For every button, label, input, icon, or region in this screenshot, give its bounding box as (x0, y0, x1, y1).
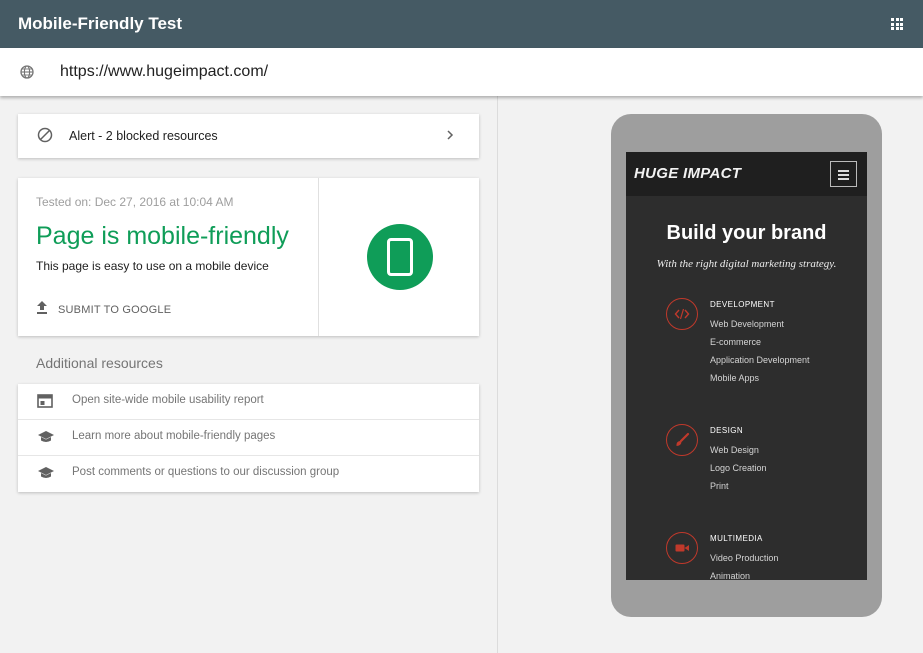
web-report-icon (37, 394, 53, 413)
resources-list: Open site-wide mobile usability report L… (18, 384, 479, 492)
chevron-right-icon (446, 128, 454, 147)
url-bar: https://www.hugeimpact.com/ (0, 48, 923, 96)
resource-label: Open site-wide mobile usability report (72, 394, 264, 406)
submit-to-google-button[interactable]: SUBMIT TO GOOGLE (36, 301, 172, 319)
service-item[interactable]: Video Production (710, 553, 778, 571)
hamburger-menu-icon[interactable] (830, 161, 857, 187)
brush-icon (666, 424, 698, 456)
result-summary: Tested on: Dec 27, 2016 at 10:04 AM Page… (18, 178, 319, 336)
additional-resources-heading: Additional resources (36, 355, 163, 371)
resource-usability-report[interactable]: Open site-wide mobile usability report (18, 384, 479, 420)
service-list: Web Design Logo Creation Print (710, 445, 767, 499)
phone-preview-screen[interactable]: HUGE IMPACT Build your brand With the ri… (626, 152, 867, 580)
smartphone-icon (387, 238, 413, 276)
globe-icon (20, 65, 34, 84)
service-item[interactable]: Animation (710, 571, 778, 580)
service-list: Web Development E-commerce Application D… (710, 319, 810, 391)
resource-discussion-group[interactable]: Post comments or questions to our discus… (18, 456, 479, 492)
resource-label: Post comments or questions to our discus… (72, 466, 340, 478)
school-icon (37, 430, 55, 449)
service-list: Video Production Animation (710, 553, 778, 580)
verdict-description: This page is easy to use on a mobile dev… (36, 259, 269, 273)
result-card: Tested on: Dec 27, 2016 at 10:04 AM Page… (18, 178, 479, 336)
service-title: DESIGN (710, 426, 744, 435)
service-item[interactable]: E-commerce (710, 337, 810, 355)
panel-divider (497, 96, 498, 653)
service-item[interactable]: Print (710, 481, 767, 499)
phone-preview-frame: HUGE IMPACT Build your brand With the ri… (611, 114, 882, 617)
blocked-resources-alert[interactable]: Alert - 2 blocked resources (18, 114, 479, 158)
code-icon (666, 298, 698, 330)
service-title: DEVELOPMENT (710, 300, 775, 309)
resource-label: Learn more about mobile-friendly pages (72, 430, 276, 442)
alert-label: Alert - 2 blocked resources (69, 129, 218, 143)
site-tagline: With the right digital marketing strateg… (656, 258, 837, 270)
app-bar: Mobile-Friendly Test (0, 0, 923, 48)
service-title: MULTIMEDIA (710, 534, 763, 543)
school-icon (37, 466, 55, 485)
site-header: HUGE IMPACT (626, 152, 867, 196)
verdict-heading: Page is mobile-friendly (36, 222, 289, 250)
upload-icon (36, 301, 48, 319)
mobile-friendly-badge (367, 224, 433, 290)
service-item[interactable]: Mobile Apps (710, 373, 810, 391)
site-headline: Build your brand (666, 222, 827, 244)
apps-grid-icon[interactable] (891, 18, 903, 30)
site-logo: HUGE IMPACT (634, 165, 742, 182)
resource-learn-more[interactable]: Learn more about mobile-friendly pages (18, 420, 479, 456)
service-item[interactable]: Application Development (710, 355, 810, 373)
tested-on-timestamp: Tested on: Dec 27, 2016 at 10:04 AM (36, 195, 234, 209)
service-item[interactable]: Web Design (710, 445, 767, 463)
block-icon (37, 127, 53, 148)
submit-label: SUBMIT TO GOOGLE (58, 304, 172, 316)
service-item[interactable]: Web Development (710, 319, 810, 337)
url-input[interactable]: https://www.hugeimpact.com/ (60, 63, 268, 81)
service-item[interactable]: Logo Creation (710, 463, 767, 481)
video-camera-icon (666, 532, 698, 564)
app-title: Mobile-Friendly Test (18, 14, 183, 33)
